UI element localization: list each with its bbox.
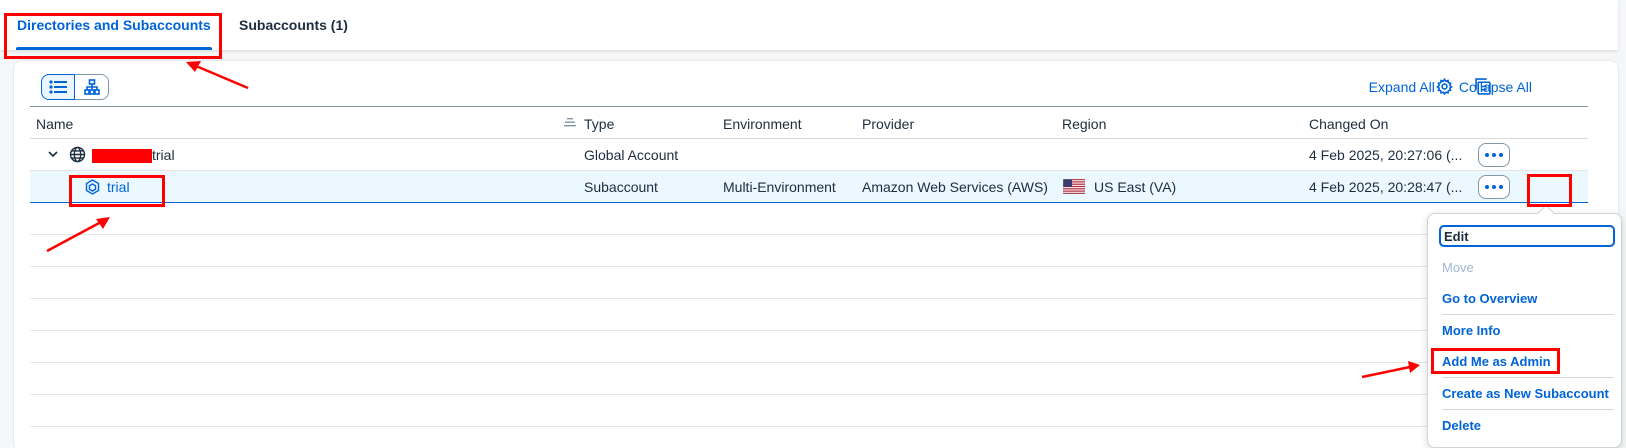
menu-item-create-as-new-subaccount[interactable]: Create as New Subaccount <box>1439 382 1615 404</box>
menu-item-delete[interactable]: Delete <box>1439 414 1615 436</box>
view-mode-toggle <box>41 74 109 100</box>
active-tab-indicator <box>16 47 212 50</box>
cell-type: Global Account <box>584 147 679 163</box>
menu-separator <box>1442 377 1614 378</box>
tab-label: Subaccounts (1) <box>239 17 348 33</box>
column-menu-icon[interactable] <box>564 118 576 127</box>
table-settings-button[interactable] <box>1434 76 1454 96</box>
more-icon <box>1485 185 1503 189</box>
table-row-global-account[interactable]: trial Global Account 4 Feb 2025, 20:27:0… <box>30 139 1588 171</box>
us-flag-icon <box>1063 179 1085 194</box>
menu-item-edit[interactable]: Edit <box>1439 225 1615 247</box>
list-view-icon <box>49 80 67 94</box>
column-header-region[interactable]: Region <box>1062 116 1106 132</box>
accounts-table: Name Type Environment Provider Region Ch… <box>30 106 1588 427</box>
table-row-subaccount[interactable]: trial Subaccount Multi-Environment Amazo… <box>30 171 1588 203</box>
menu-item-add-me-as-admin[interactable]: Add Me as Admin <box>1439 350 1615 372</box>
export-button[interactable] <box>1473 76 1493 96</box>
column-header-environment[interactable]: Environment <box>723 116 802 132</box>
table-row-empty <box>30 363 1588 395</box>
collapse-all-link[interactable]: Collapse All <box>1459 79 1532 95</box>
tab-bar: Directories and Subaccounts Subaccounts … <box>0 0 1618 50</box>
menu-separator <box>1442 409 1614 410</box>
row-actions-menu: Edit Move Go to Overview More Info Add M… <box>1427 204 1622 448</box>
table-row-empty <box>30 395 1588 427</box>
cell-changed-on: 4 Feb 2025, 20:28:47 (... <box>1309 179 1463 195</box>
menu-item-go-to-overview[interactable]: Go to Overview <box>1439 287 1615 309</box>
tab-subaccounts[interactable]: Subaccounts (1) <box>239 0 348 50</box>
table-row-empty <box>30 267 1588 299</box>
hierarchy-view-button[interactable] <box>75 74 109 100</box>
cell-environment: Multi-Environment <box>723 179 836 195</box>
tab-label: Directories and Subaccounts <box>17 17 211 33</box>
global-account-name-suffix: trial <box>152 147 175 163</box>
accounts-card: Expand All Collapse All Name Type Enviro… <box>14 61 1618 448</box>
menu-item-move: Move <box>1442 259 1474 275</box>
column-header-type[interactable]: Type <box>584 116 614 132</box>
cell-region: US East (VA) <box>1094 179 1177 195</box>
more-icon <box>1485 153 1503 157</box>
cell-provider: Amazon Web Services (AWS) <box>862 179 1048 195</box>
subaccount-name-link[interactable]: trial <box>107 179 130 195</box>
redacted-block <box>92 149 152 164</box>
cell-type: Subaccount <box>584 179 658 195</box>
column-header-provider[interactable]: Provider <box>862 116 914 132</box>
globe-icon <box>69 146 86 163</box>
subaccount-icon <box>85 179 100 195</box>
chevron-down-icon[interactable] <box>48 151 58 158</box>
root: Directories and Subaccounts Subaccounts … <box>0 0 1626 448</box>
tab-directories-and-subaccounts[interactable]: Directories and Subaccounts <box>16 0 212 50</box>
global-account-name: trial <box>92 147 175 164</box>
column-header-name[interactable]: Name <box>36 116 73 132</box>
menu-item-more-info[interactable]: More Info <box>1439 319 1615 341</box>
settings-icon <box>1435 77 1453 95</box>
row-actions-button[interactable] <box>1478 175 1510 199</box>
column-header-changed-on[interactable]: Changed On <box>1309 116 1388 132</box>
table-row-empty <box>30 203 1588 235</box>
hierarchy-view-icon <box>83 79 100 95</box>
table-row-empty <box>30 235 1588 267</box>
list-view-button[interactable] <box>41 74 75 100</box>
cell-changed-on: 4 Feb 2025, 20:27:06 (... <box>1309 147 1463 163</box>
export-icon <box>1474 77 1491 95</box>
row-actions-button[interactable] <box>1478 143 1510 167</box>
menu-separator <box>1442 314 1614 315</box>
table-row-empty <box>30 299 1588 331</box>
table-row-empty <box>30 331 1588 363</box>
table-header: Name Type Environment Provider Region Ch… <box>30 106 1588 139</box>
expand-all-link[interactable]: Expand All <box>1369 79 1435 95</box>
